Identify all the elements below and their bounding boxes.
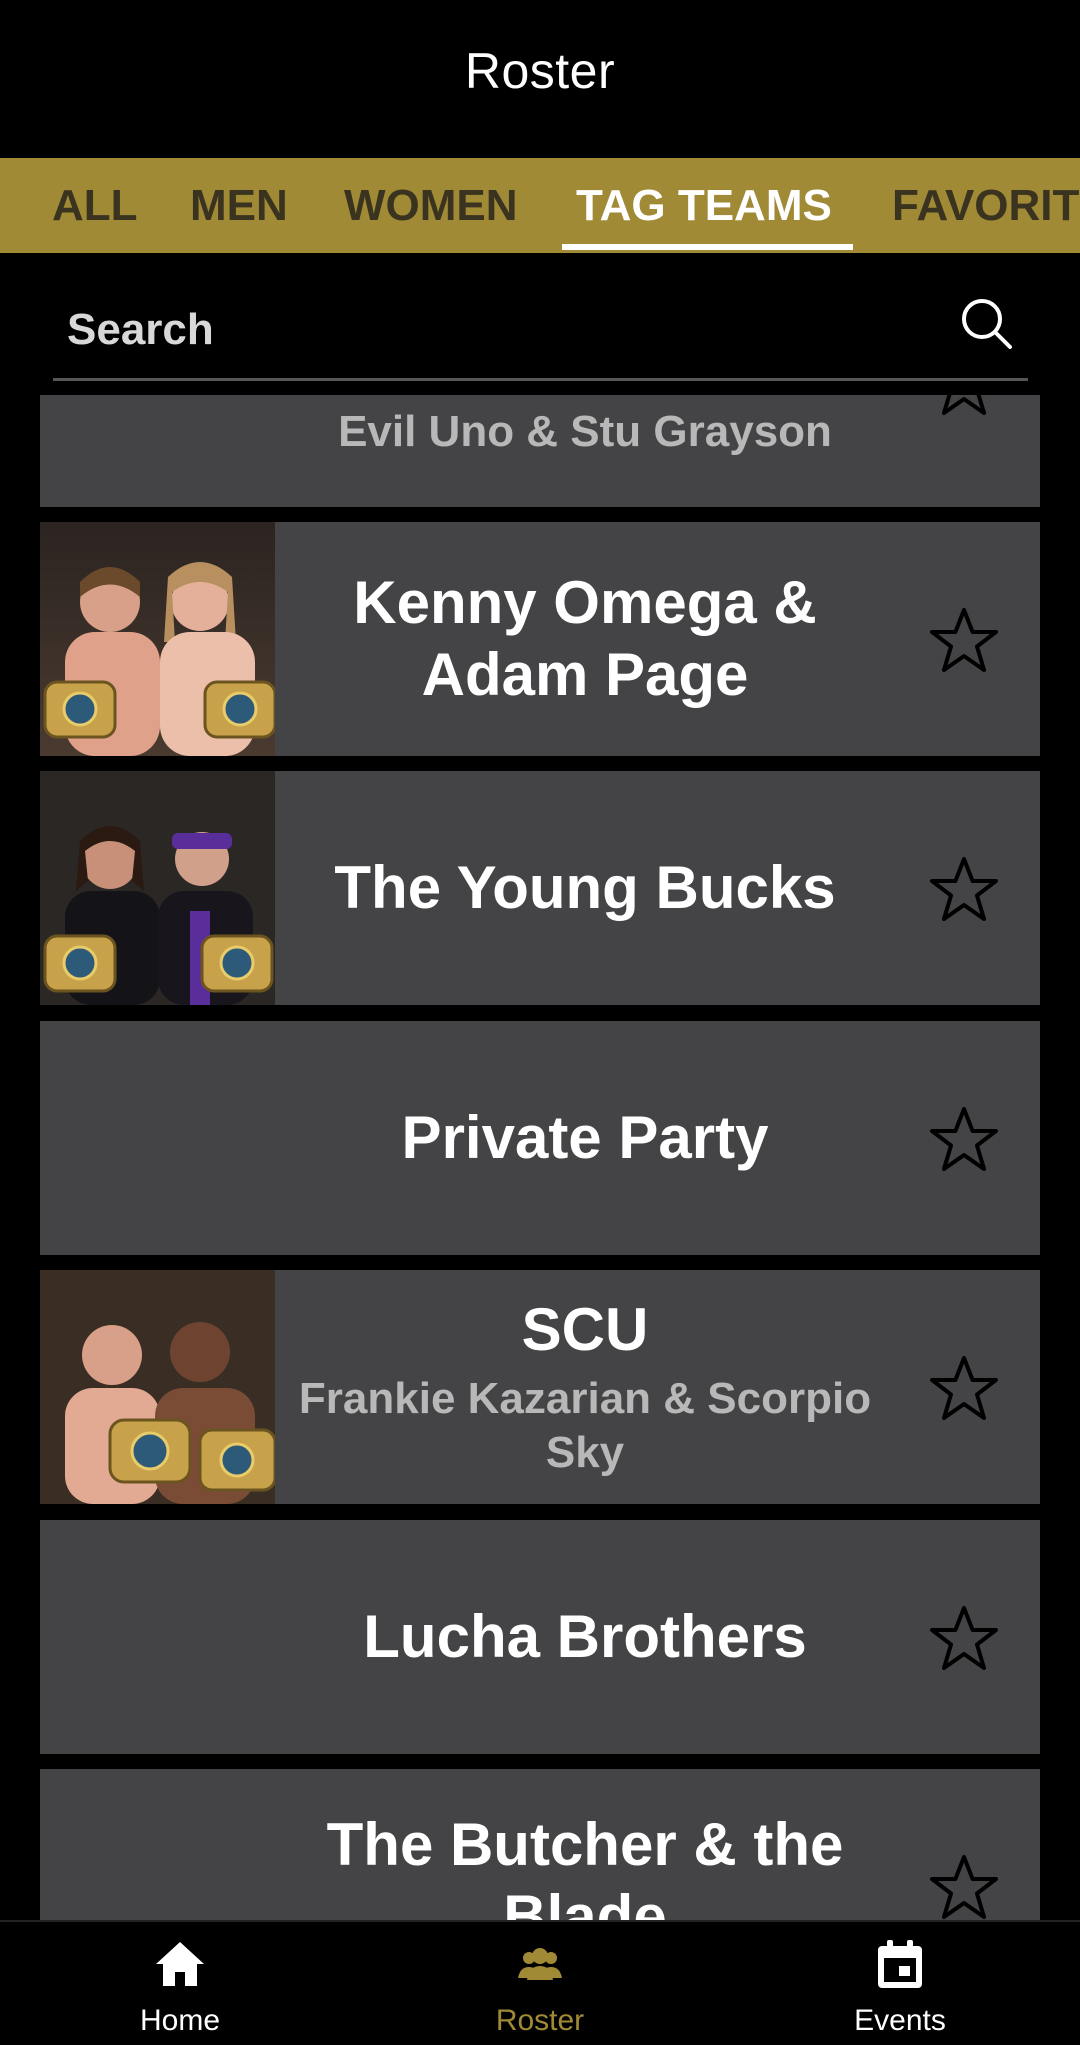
team-name: The Butcher & the Blade: [326, 1811, 844, 1920]
team-members: Evil Uno & Stu Grayson: [338, 407, 832, 456]
nav-home-label: Home: [139, 2004, 221, 2037]
home-icon: [156, 1942, 204, 1986]
team-name: Private Party: [401, 1104, 769, 1171]
favorite-star-icon[interactable]: [928, 395, 1000, 419]
team-name: SCU: [521, 1296, 649, 1363]
nav-events[interactable]: Events: [800, 1922, 1000, 2045]
app-header: Roster: [0, 0, 1080, 158]
favorite-star-icon[interactable]: [928, 1354, 1000, 1424]
nav-home[interactable]: Home: [80, 1922, 280, 2045]
favorite-star-icon[interactable]: [928, 1105, 1000, 1175]
team-card-kenny-omega-adam-page[interactable]: Kenny Omega & Adam Page: [40, 522, 1040, 756]
favorite-star-icon[interactable]: [928, 606, 1000, 676]
team-card-butcher-and-blade[interactable]: The Butcher & the Blade: [40, 1769, 1040, 1920]
calendar-icon: [878, 1940, 922, 1988]
team-photo: [40, 771, 275, 1005]
nav-roster[interactable]: Roster: [440, 1922, 640, 2045]
team-name: The Young Bucks: [334, 854, 836, 921]
favorite-star-icon[interactable]: [928, 1604, 1000, 1674]
team-list[interactable]: Evil Uno & Stu Grayson Kenny Omega & Ada…: [0, 395, 1080, 1920]
tab-men[interactable]: MEN: [190, 158, 288, 253]
favorite-star-icon[interactable]: [928, 1853, 1000, 1920]
team-photo: [40, 1270, 275, 1504]
group-icon: [518, 1948, 562, 1980]
search-icon[interactable]: [958, 295, 1016, 353]
search-bar: [53, 285, 1028, 381]
nav-roster-label: Roster: [495, 2004, 585, 2037]
search-input[interactable]: [67, 295, 927, 365]
tab-favorites[interactable]: FAVORIT: [892, 158, 1079, 253]
team-members: Frankie Kazarian & Scorpio Sky: [298, 1374, 872, 1477]
favorite-star-icon[interactable]: [928, 855, 1000, 925]
nav-events-label: Events: [854, 2004, 946, 2037]
team-card-private-party[interactable]: Private Party: [40, 1021, 1040, 1255]
team-card-evil-uno-stu-grayson[interactable]: Evil Uno & Stu Grayson: [40, 395, 1040, 507]
active-tab-indicator: [562, 244, 853, 250]
team-card-lucha-brothers[interactable]: Lucha Brothers: [40, 1520, 1040, 1754]
page-title: Roster: [464, 43, 616, 99]
team-card-young-bucks[interactable]: The Young Bucks: [40, 771, 1040, 1005]
bottom-navigation: Home Roster Events: [0, 1920, 1080, 2045]
team-photo: [40, 522, 275, 756]
roster-tabs: ALL MEN WOMEN TAG TEAMS FAVORIT: [0, 158, 1080, 253]
tab-tag-teams[interactable]: TAG TEAMS: [576, 158, 832, 253]
team-name: Kenny Omega & Adam Page: [353, 569, 817, 708]
tab-all[interactable]: ALL: [52, 158, 138, 253]
team-card-scu[interactable]: SCU Frankie Kazarian & Scorpio Sky: [40, 1270, 1040, 1504]
tab-women[interactable]: WOMEN: [344, 158, 518, 253]
team-name: Lucha Brothers: [363, 1603, 807, 1670]
